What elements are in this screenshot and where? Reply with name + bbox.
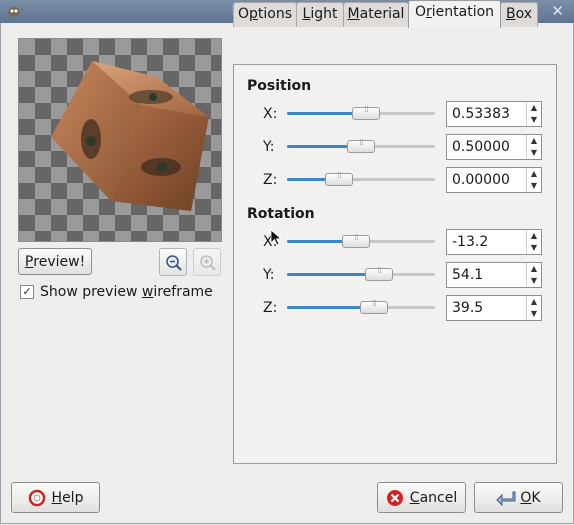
help-lifebuoy-icon bbox=[28, 489, 45, 506]
cube-preview-image bbox=[51, 61, 209, 211]
rotation-x-slider[interactable] bbox=[287, 233, 435, 250]
tab-options[interactable]: Options bbox=[233, 2, 297, 27]
rotation-heading: Rotation bbox=[247, 206, 315, 222]
help-label-rest: elp bbox=[62, 489, 84, 506]
help-button[interactable]: Help bbox=[11, 482, 100, 513]
help-mnemonic: H bbox=[51, 489, 63, 506]
position-z-spinbox[interactable]: 0.00000 ▲ ▼ bbox=[446, 167, 542, 193]
position-z-value: 0.00000 bbox=[452, 172, 510, 188]
cancel-mnemonic: C bbox=[409, 489, 420, 506]
tab-material[interactable]: Material bbox=[343, 2, 409, 27]
tab-options-pre: O bbox=[237, 6, 249, 22]
slider-thumb[interactable] bbox=[352, 105, 380, 120]
tab-options-rest: tions bbox=[257, 6, 293, 22]
rotation-x-spinbox[interactable]: -13.2 ▲ ▼ bbox=[446, 229, 542, 255]
wireframe-checkbox[interactable]: ✓ bbox=[20, 285, 34, 299]
slider-thumb[interactable] bbox=[365, 266, 393, 281]
wireframe-label-rest: ireframe bbox=[153, 284, 213, 300]
rotation-z-slider[interactable] bbox=[287, 299, 435, 316]
tab-box[interactable]: Box bbox=[500, 2, 538, 27]
tab-orientation[interactable]: Orientation bbox=[408, 0, 501, 28]
preview-canvas bbox=[18, 38, 222, 242]
slider-thumb[interactable] bbox=[325, 171, 353, 186]
rotation-y-value: 54.1 bbox=[452, 267, 484, 283]
position-x-label: X: bbox=[263, 106, 278, 122]
tab-material-rest: aterial bbox=[359, 6, 405, 22]
ok-mnemonic: O bbox=[520, 489, 532, 506]
tab-box-mnemonic: B bbox=[505, 6, 516, 22]
spin-down-icon[interactable]: ▼ bbox=[527, 308, 541, 320]
rotation-y-slider[interactable] bbox=[287, 266, 435, 283]
rotation-x-value: -13.2 bbox=[452, 234, 489, 250]
position-y-label: Y: bbox=[263, 139, 275, 155]
preview-button[interactable]: Preview! bbox=[18, 248, 92, 275]
position-z-label: Z: bbox=[263, 172, 278, 188]
tab-box-rest: ox bbox=[515, 6, 533, 22]
position-x-slider[interactable] bbox=[287, 105, 435, 122]
position-x-spinbox[interactable]: 0.53383 ▲ ▼ bbox=[446, 101, 542, 127]
tab-orientation-rest: ientation bbox=[431, 4, 495, 20]
cancel-icon bbox=[386, 489, 403, 506]
position-heading: Position bbox=[247, 78, 312, 94]
rotation-z-value: 39.5 bbox=[452, 300, 484, 316]
zoom-out-icon bbox=[166, 255, 182, 271]
tab-orientation-pre: O bbox=[414, 4, 426, 20]
spin-down-icon[interactable]: ▼ bbox=[527, 242, 541, 254]
preview-button-mnemonic: P bbox=[24, 253, 34, 270]
slider-thumb[interactable] bbox=[360, 299, 388, 314]
position-x-value: 0.53383 bbox=[452, 106, 510, 122]
position-y-spinbox[interactable]: 0.50000 ▲ ▼ bbox=[446, 134, 542, 160]
spin-up-icon[interactable]: ▲ bbox=[527, 230, 541, 242]
checkmark-icon: ✓ bbox=[22, 285, 32, 298]
cancel-button[interactable]: Cancel bbox=[377, 482, 466, 513]
preview-button-label-rest: review! bbox=[33, 253, 86, 270]
rotation-z-spinbox[interactable]: 39.5 ▲ ▼ bbox=[446, 295, 542, 321]
tab-options-mnemonic: p bbox=[249, 6, 258, 22]
position-z-slider[interactable] bbox=[287, 171, 435, 188]
spin-down-icon[interactable]: ▼ bbox=[527, 275, 541, 287]
wireframe-option[interactable]: ✓ Show preview w ireframe bbox=[20, 284, 213, 300]
tab-light[interactable]: Light bbox=[296, 2, 344, 27]
spin-up-icon[interactable]: ▲ bbox=[527, 135, 541, 147]
spin-up-icon[interactable]: ▲ bbox=[527, 168, 541, 180]
position-y-slider[interactable] bbox=[287, 138, 435, 155]
slider-thumb[interactable] bbox=[342, 233, 370, 248]
position-y-value: 0.50000 bbox=[452, 139, 510, 155]
ok-button[interactable]: OK bbox=[474, 482, 563, 513]
tab-light-rest: ight bbox=[310, 6, 338, 22]
slider-thumb[interactable] bbox=[347, 138, 375, 153]
zoom-in-button[interactable] bbox=[193, 248, 221, 276]
ok-return-arrow-icon bbox=[496, 491, 516, 506]
spin-down-icon[interactable]: ▼ bbox=[527, 114, 541, 126]
cancel-label-rest: ancel bbox=[419, 489, 458, 506]
rotation-y-label: Y: bbox=[263, 267, 275, 283]
wireframe-label-mnemonic: w bbox=[141, 284, 154, 300]
rotation-y-spinbox[interactable]: 54.1 ▲ ▼ bbox=[446, 262, 542, 288]
wireframe-label-pre: Show preview bbox=[40, 284, 142, 300]
ok-label-rest: K bbox=[531, 489, 541, 506]
rotation-z-label: Z: bbox=[263, 300, 278, 316]
spin-up-icon[interactable]: ▲ bbox=[527, 263, 541, 275]
mouse-cursor-icon bbox=[270, 229, 282, 246]
tab-material-mnemonic: M bbox=[347, 6, 360, 22]
zoom-in-icon bbox=[200, 255, 216, 271]
close-icon[interactable]: ✕ bbox=[551, 2, 564, 20]
spin-down-icon[interactable]: ▼ bbox=[527, 147, 541, 159]
spin-up-icon[interactable]: ▲ bbox=[527, 102, 541, 114]
spin-down-icon[interactable]: ▼ bbox=[527, 180, 541, 192]
zoom-out-button[interactable] bbox=[159, 248, 187, 276]
spin-up-icon[interactable]: ▲ bbox=[527, 296, 541, 308]
